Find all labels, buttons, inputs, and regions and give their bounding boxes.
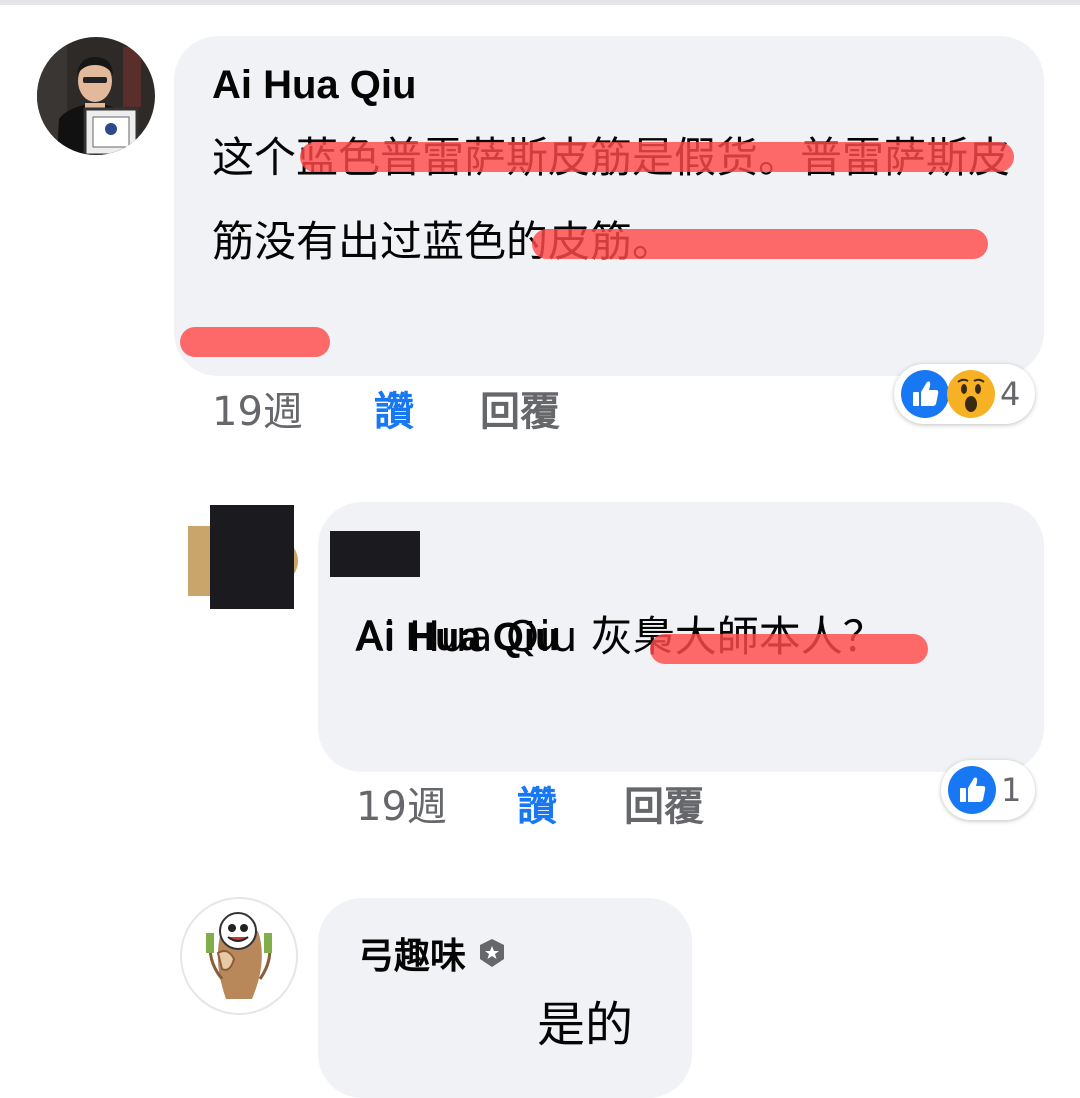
reaction-summary[interactable]: 1	[941, 760, 1035, 820]
comment-time[interactable]: 19週	[212, 388, 303, 436]
like-icon	[948, 766, 996, 814]
comment-author-name: 弓趣味	[358, 936, 467, 977]
reaction-summary[interactable]: 4	[894, 364, 1035, 424]
redaction-block	[210, 505, 294, 609]
redaction-block	[330, 531, 420, 577]
highlight-mark	[180, 327, 330, 357]
comment-time[interactable]: 19週	[356, 783, 447, 831]
highlight-mark	[650, 634, 928, 664]
reaction-count: 1	[1001, 771, 1022, 809]
like-button[interactable]: 讚	[517, 783, 557, 831]
comment-author[interactable]: 弓趣味	[358, 929, 508, 977]
top-divider	[0, 0, 1080, 5]
like-icon	[901, 370, 949, 418]
highlight-mark	[300, 142, 1014, 172]
comment-text: 是的	[537, 997, 634, 1053]
reply-button[interactable]: 回覆	[624, 783, 704, 831]
avatar[interactable]	[180, 897, 298, 1015]
wow-icon	[947, 370, 995, 418]
comment-author[interactable]: Ai Hua Qiu	[212, 61, 416, 109]
highlight-mark	[532, 229, 988, 259]
avatar[interactable]	[37, 37, 155, 155]
like-button[interactable]: 讚	[374, 388, 414, 436]
reply-button[interactable]: 回覆	[480, 388, 560, 436]
badge-icon	[476, 937, 508, 969]
reaction-count: 4	[1000, 375, 1021, 413]
